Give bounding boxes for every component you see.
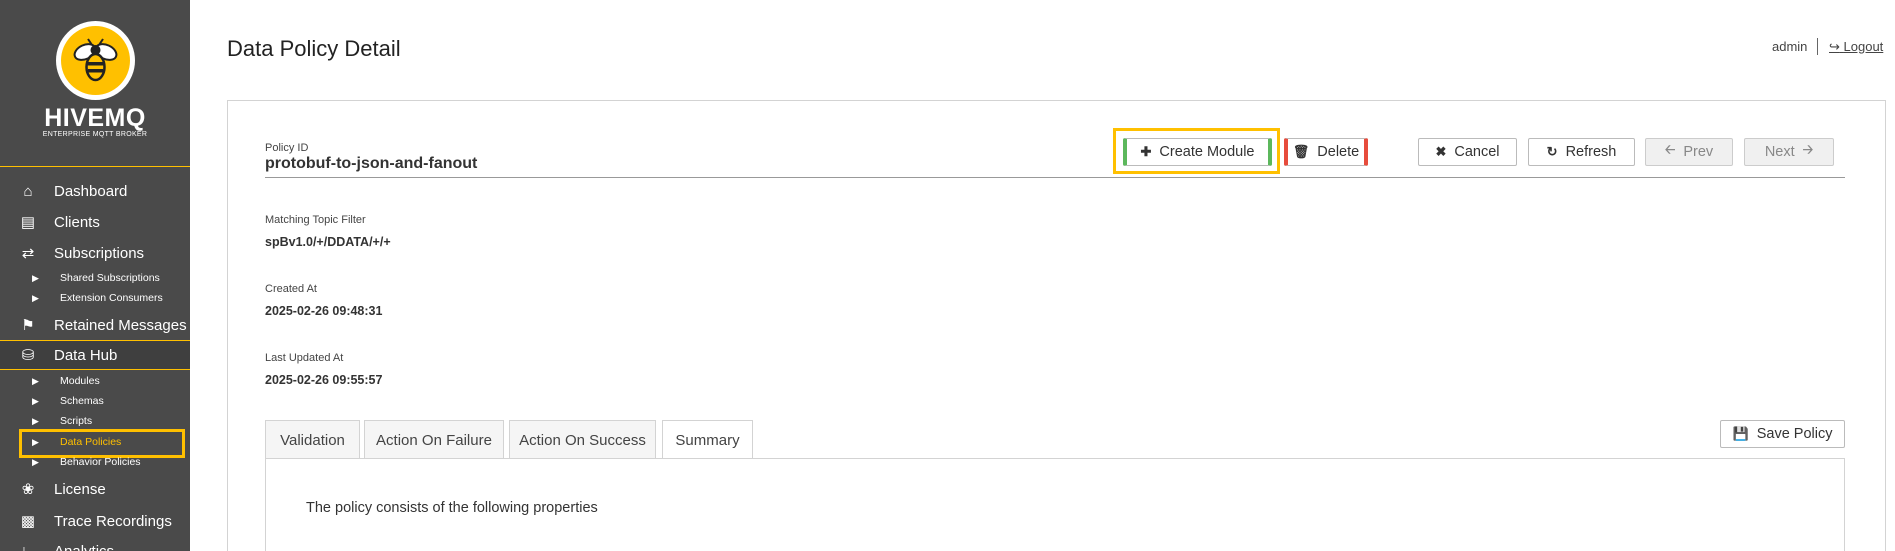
created-at-label: Created At xyxy=(265,283,317,295)
button-label: Cancel xyxy=(1454,144,1500,160)
nav-label: Analytics xyxy=(54,542,115,551)
tab-summary[interactable]: Summary xyxy=(662,420,753,460)
nav-label: Subscriptions xyxy=(54,244,145,262)
bee-icon xyxy=(73,38,118,82)
nav-label: Retained Messages xyxy=(54,316,187,334)
plus-icon: ✚ xyxy=(1140,144,1152,159)
arrow-right-icon: 🡢 xyxy=(1802,142,1814,157)
topic-filter-label: Matching Topic Filter xyxy=(265,214,366,226)
topic-filter-value: spBv1.0/+/DDATA/+/+ xyxy=(265,235,391,249)
nav-sub-label: Behavior Policies xyxy=(60,456,141,468)
button-label: Next xyxy=(1764,144,1795,160)
policy-id-label: Policy ID xyxy=(265,142,309,154)
caret-right-icon: ▶ xyxy=(32,272,39,283)
create-module-button[interactable]: ✚ Create Module xyxy=(1123,138,1272,166)
home-icon: ⌂ xyxy=(23,182,33,200)
brand-name: HIVEMQ xyxy=(44,104,146,132)
nav-label: Data Hub xyxy=(54,346,118,364)
current-user: admin xyxy=(1772,39,1808,54)
refresh-button[interactable]: ↻ Refresh xyxy=(1528,138,1635,166)
button-label: Prev xyxy=(1683,144,1714,160)
nav-sub-label: Modules xyxy=(60,375,100,387)
next-button[interactable]: Next 🡢 xyxy=(1744,138,1834,166)
policy-id-value: protobuf-to-json-and-fanout xyxy=(265,155,478,172)
delete-button[interactable]: 🗑 Delete xyxy=(1284,138,1368,166)
caret-right-icon: ▶ xyxy=(32,395,39,406)
button-label: Delete xyxy=(1317,144,1360,160)
tab-validation[interactable]: Validation xyxy=(265,420,360,459)
nav-label: Dashboard xyxy=(54,182,128,200)
brand-tagline: ENTERPRISE MQTT BROKER xyxy=(42,131,148,138)
button-label: Save Policy xyxy=(1756,426,1833,442)
nav-label: License xyxy=(54,480,106,498)
nav-label: Clients xyxy=(54,213,100,231)
cancel-button[interactable]: ✖ Cancel xyxy=(1418,138,1517,166)
updated-at-label: Last Updated At xyxy=(265,352,344,364)
logout-link[interactable]: ↪ Logout xyxy=(1829,39,1883,55)
nav-schemas[interactable]: ▶ Schemas xyxy=(0,391,190,411)
nav-sub-label: Extension Consumers xyxy=(60,292,163,304)
nav-retained-messages[interactable]: ⚑ Retained Messages xyxy=(0,310,190,340)
shuffle-icon: ⇄ xyxy=(21,245,35,262)
nav-label: Trace Recordings xyxy=(54,512,172,530)
page-title: Data Policy Detail xyxy=(227,36,401,61)
caret-right-icon: ▶ xyxy=(32,375,39,386)
logo-badge xyxy=(56,21,135,100)
header-divider-line xyxy=(265,177,1845,178)
refresh-icon: ↻ xyxy=(1546,144,1558,159)
caret-right-icon: ▶ xyxy=(32,456,39,467)
nav-sub-label: Scripts xyxy=(60,415,93,427)
updated-at-value: 2025-02-26 09:55:57 xyxy=(265,373,383,387)
nav-license[interactable]: ❀ License xyxy=(0,474,190,504)
chart-icon: ∟ xyxy=(20,542,36,551)
button-label: Create Module xyxy=(1159,144,1255,160)
database-icon: ⛁ xyxy=(21,347,35,364)
arrow-left-icon: 🡠 xyxy=(1664,142,1676,157)
nav-dashboard[interactable]: ⌂ Dashboard xyxy=(0,176,190,206)
caret-right-icon: ▶ xyxy=(32,415,39,426)
header-divider xyxy=(1817,38,1818,55)
close-icon: ✖ xyxy=(1435,144,1447,159)
certificate-icon: ❀ xyxy=(21,481,35,498)
nav-subscriptions[interactable]: ⇄ Subscriptions xyxy=(0,238,190,268)
caret-right-icon: ▶ xyxy=(32,292,39,303)
sidebar: HIVEMQ ENTERPRISE MQTT BROKER ⌂ Dashboar… xyxy=(0,0,190,551)
nav-clients[interactable]: ▤ Clients xyxy=(0,207,190,237)
logout-label: Logout xyxy=(1843,39,1884,54)
nav-sub-label: Shared Subscriptions xyxy=(60,272,160,284)
nav-behavior-policies[interactable]: ▶ Behavior Policies xyxy=(0,452,190,472)
prev-button[interactable]: 🡠 Prev xyxy=(1645,138,1733,166)
logout-icon: ↪ xyxy=(1829,39,1840,54)
nav-analytics[interactable]: ∟ Analytics xyxy=(0,536,190,551)
created-at-value: 2025-02-26 09:48:31 xyxy=(265,304,383,318)
flag-icon: ⚑ xyxy=(21,317,35,334)
nav-extension-consumers[interactable]: ▶ Extension Consumers xyxy=(0,288,190,308)
save-policy-button[interactable]: 💾 Save Policy xyxy=(1720,420,1845,448)
save-icon: 💾 xyxy=(1732,426,1749,441)
button-label: Refresh xyxy=(1565,144,1617,160)
logo[interactable]: HIVEMQ ENTERPRISE MQTT BROKER xyxy=(0,0,190,167)
laptop-icon: ▤ xyxy=(20,214,36,231)
trace-icon: ▩ xyxy=(20,513,36,530)
trash-icon: 🗑 xyxy=(1292,144,1310,159)
nav-shared-subscriptions[interactable]: ▶ Shared Subscriptions xyxy=(0,268,190,288)
tab-action-on-failure[interactable]: Action On Failure xyxy=(364,420,504,459)
nav-trace-recordings[interactable]: ▩ Trace Recordings xyxy=(0,506,190,536)
nav-scripts[interactable]: ▶ Scripts xyxy=(0,411,190,431)
nav-modules[interactable]: ▶ Modules xyxy=(0,371,190,391)
tab-action-on-success[interactable]: Action On Success xyxy=(509,420,656,459)
nav-data-hub[interactable]: ⛁ Data Hub xyxy=(0,340,190,370)
nav-sub-label: Schemas xyxy=(60,395,104,407)
summary-text: The policy consists of the following pro… xyxy=(306,500,598,516)
